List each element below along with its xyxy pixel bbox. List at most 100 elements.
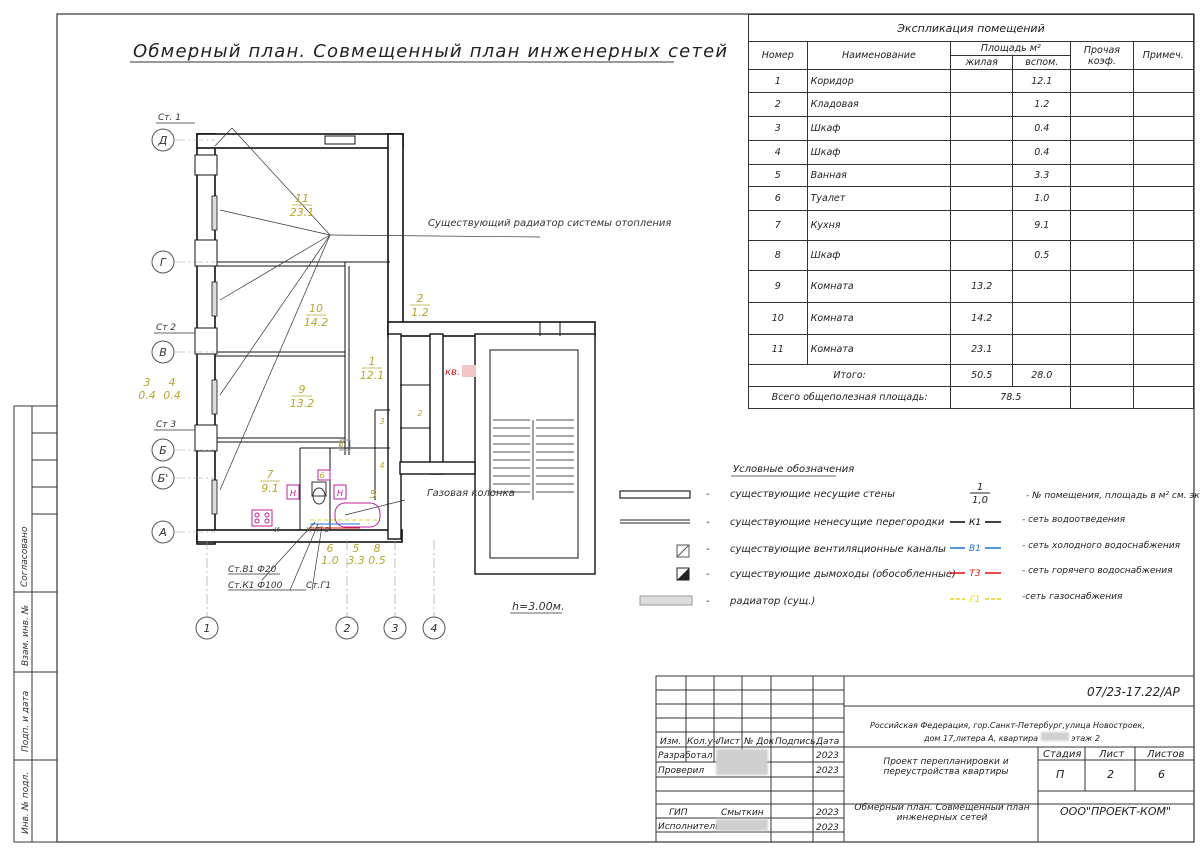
legend-network-code: Т3 <box>969 569 980 579</box>
small-tag: Н <box>337 489 343 498</box>
cell: 3.3 <box>1012 164 1072 187</box>
cell: 6 <box>748 186 808 211</box>
room-area: 12.1 <box>360 369 385 382</box>
riser-label: Ст.В1 Ф20 <box>228 565 277 575</box>
legend-network-text: -сеть газоснабжения <box>1022 592 1123 602</box>
room-area: 23.1 <box>290 206 315 219</box>
cell: Кладовая <box>806 92 952 117</box>
total-row: Итого: 50.5 28.0 <box>747 364 1195 387</box>
cell: Шкаф <box>806 116 952 141</box>
cell: 0.5 <box>1012 240 1072 271</box>
table-row: 2 Кладовая 1.2 <box>748 92 1195 117</box>
legend-network-code: В1 <box>969 544 981 554</box>
cell: 14.2 <box>950 302 1014 335</box>
table-row: 11 Комната 23.1 <box>748 334 1195 365</box>
cell <box>950 210 1014 241</box>
floor-plan <box>194 133 596 575</box>
row-date: 2023 <box>816 766 839 776</box>
role-label: Разработал <box>658 751 713 761</box>
address-line: Российская Федерация, гор.Санкт-Петербур… <box>870 721 1145 730</box>
cell: 7 <box>748 210 808 241</box>
legend-dash: - <box>706 569 710 580</box>
legend-item: радиатор (сущ.) <box>729 596 815 607</box>
room-number: 3 <box>144 376 151 389</box>
table-row: 9 Комната 13.2 <box>748 270 1195 303</box>
axis-label: Б <box>159 444 167 457</box>
col-header: Прочая коэф. <box>1070 41 1134 70</box>
riser-label: Ст.К1 Ф100 <box>228 581 283 591</box>
grand-total-row: Всего общеполезная площадь: 78.5 <box>747 386 1195 409</box>
room-area: 1.2 <box>411 306 429 319</box>
legend-dash: - <box>706 517 710 528</box>
room-number: 1 <box>369 355 376 368</box>
cell <box>1012 302 1072 335</box>
small-tag: 3 <box>379 417 384 426</box>
row-date: 2023 <box>816 751 839 761</box>
table-row: 1 Коридор 12.1 <box>748 69 1195 93</box>
small-tag: 4 <box>379 461 384 470</box>
cell: Комната <box>806 302 952 335</box>
ceiling-height: h=3.00м. <box>512 600 564 613</box>
room-area: 1.0 <box>321 554 339 567</box>
cell: Ванная <box>806 164 952 187</box>
room-area: 9.1 <box>261 482 279 495</box>
legend-item: существующие дымоходы (обособленные) <box>730 568 956 580</box>
col-header: вспом. <box>1012 55 1072 70</box>
axis-label: Д <box>158 134 168 147</box>
legend-item: существующие несущие стены <box>730 489 895 500</box>
small-tag: И <box>274 526 280 534</box>
sheets-value: 6 <box>1158 768 1165 781</box>
col-header: Наименование <box>806 41 952 70</box>
cell: 10 <box>748 302 808 335</box>
legend-network-code: К1 <box>969 518 981 528</box>
table-row: 7 Кухня 9.1 <box>748 210 1195 241</box>
room-number: 2 <box>417 292 424 305</box>
axis-label: В <box>159 346 167 359</box>
col-header: жилая <box>950 55 1014 70</box>
cell: 13.2 <box>950 270 1014 303</box>
cell: 8 <box>748 240 808 271</box>
drawing-sheet: Обмерный план. Совмещенный план инженерн… <box>0 0 1200 848</box>
legend-item: существующие ненесущие перегородки <box>730 517 945 528</box>
cell <box>950 116 1014 141</box>
stage-value: П <box>1056 768 1065 781</box>
legend-dash: - <box>706 489 710 500</box>
axis-label: 1 <box>204 622 211 635</box>
small-tag: Т <box>316 526 321 534</box>
riser-label: Ст 3 <box>156 420 176 430</box>
cell <box>950 164 1014 187</box>
legend-network-code: Г1 <box>970 595 981 605</box>
stage-header: Стадия <box>1043 749 1082 760</box>
cell: 5 <box>748 164 808 187</box>
role-label: Проверил <box>658 766 705 776</box>
row-date: 2023 <box>816 808 839 818</box>
table-row: 8 Шкаф 0.5 <box>748 240 1195 271</box>
axis-label: Б' <box>158 472 169 485</box>
table-row: 10 Комната 14.2 <box>748 302 1195 335</box>
grand-total-label: Всего общеполезная площадь: <box>747 386 952 409</box>
axis-label: А <box>158 526 167 539</box>
small-tag: В <box>325 526 330 534</box>
explication-table: Экспликация помещений Номер Наименование… <box>747 14 1195 409</box>
cell <box>950 69 1014 93</box>
cell <box>950 186 1014 211</box>
stamp-label: Инв. № подл. <box>21 772 31 834</box>
cell: Шкаф <box>806 140 952 165</box>
col-header: Примеч. <box>1132 41 1195 70</box>
cell <box>1012 270 1072 303</box>
room-number: 10 <box>309 302 323 315</box>
riser-label: Ст.Г1 <box>306 581 331 591</box>
room-labels: 11 23.1 10 14.2 9 13.2 2 1.2 1 12.1 7 9.… <box>138 192 430 567</box>
col-head: № Док <box>744 737 775 747</box>
cell: Комната <box>806 334 952 365</box>
row-name: Смыткин <box>721 808 764 818</box>
cell <box>950 240 1014 271</box>
role-label: Исполнитель <box>658 822 721 832</box>
table-row: 6 Туалет 1.0 <box>748 186 1195 211</box>
stamp-label: Взам. инв. № <box>21 605 31 666</box>
room-area: 3.3 <box>347 554 365 567</box>
small-tag: 6 <box>319 471 324 480</box>
riser-label: Ст 2 <box>156 323 176 333</box>
room-number: 5 <box>370 488 377 501</box>
room-number: 9 <box>299 383 306 396</box>
